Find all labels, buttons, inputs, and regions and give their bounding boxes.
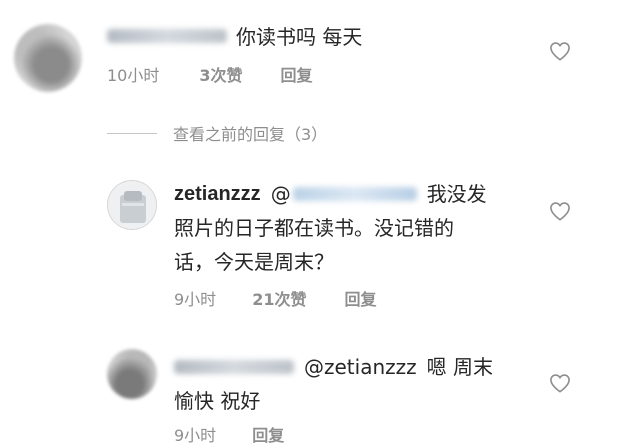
comment-text: @zetianzzz 嗯 周末 愉快 祝好	[174, 350, 534, 418]
reply-button[interactable]: 回复	[252, 422, 284, 446]
divider-line	[107, 132, 157, 134]
avatar-photo-icon	[108, 181, 156, 229]
avatar[interactable]	[107, 180, 157, 230]
reply-button[interactable]: 回复	[281, 62, 313, 86]
comment-line-1: @zetianzzz 嗯 周末	[174, 350, 534, 384]
heart-outline-icon[interactable]	[549, 373, 571, 393]
mention-username-redacted	[292, 187, 417, 201]
like-count-link[interactable]: 21次赞	[252, 286, 306, 310]
comment-meta: 10小时 3次赞 回复	[107, 62, 313, 86]
heart-outline-icon[interactable]	[549, 41, 571, 61]
comment-time: 10小时	[107, 66, 160, 85]
like-count-link[interactable]: 3次赞	[199, 62, 242, 86]
mention-at: @	[270, 182, 291, 206]
mention-link[interactable]: @	[271, 177, 417, 211]
avatar[interactable]	[107, 349, 157, 399]
username-link[interactable]: zetianzzz	[174, 177, 261, 211]
comment-text-segment: 嗯 周末	[426, 355, 493, 379]
comment-text: zetianzzz @ 我没发 照片的日子都在读书。没记错的 话，今天是周末？	[174, 177, 534, 279]
comment-line-2: 照片的日子都在读书。没记错的	[174, 216, 454, 240]
username-redacted[interactable]	[174, 360, 294, 374]
comment-text-segment: 我没发	[426, 182, 487, 206]
view-previous-replies-button[interactable]: 查看之前的回复（3）	[107, 121, 327, 145]
comment-line-1: zetianzzz @ 我没发	[174, 177, 534, 211]
heart-outline-icon[interactable]	[549, 201, 571, 221]
comment-time: 9小时	[174, 426, 217, 445]
comment-text: 你读书吗 每天	[236, 25, 363, 49]
view-previous-replies-label: 查看之前的回复（3）	[173, 125, 328, 144]
comment-meta: 9小时 21次赞 回复	[174, 286, 376, 310]
mention-link[interactable]: @zetianzzz	[304, 350, 417, 384]
username-redacted[interactable]	[107, 29, 227, 43]
comment-line-2: 愉快 祝好	[174, 389, 261, 413]
comment-time: 9小时	[174, 290, 217, 309]
comment-meta: 9小时 回复	[174, 422, 284, 446]
comment-line-3: 话，今天是周末？	[174, 250, 334, 274]
reply-button[interactable]: 回复	[344, 286, 376, 310]
avatar[interactable]	[14, 24, 82, 92]
